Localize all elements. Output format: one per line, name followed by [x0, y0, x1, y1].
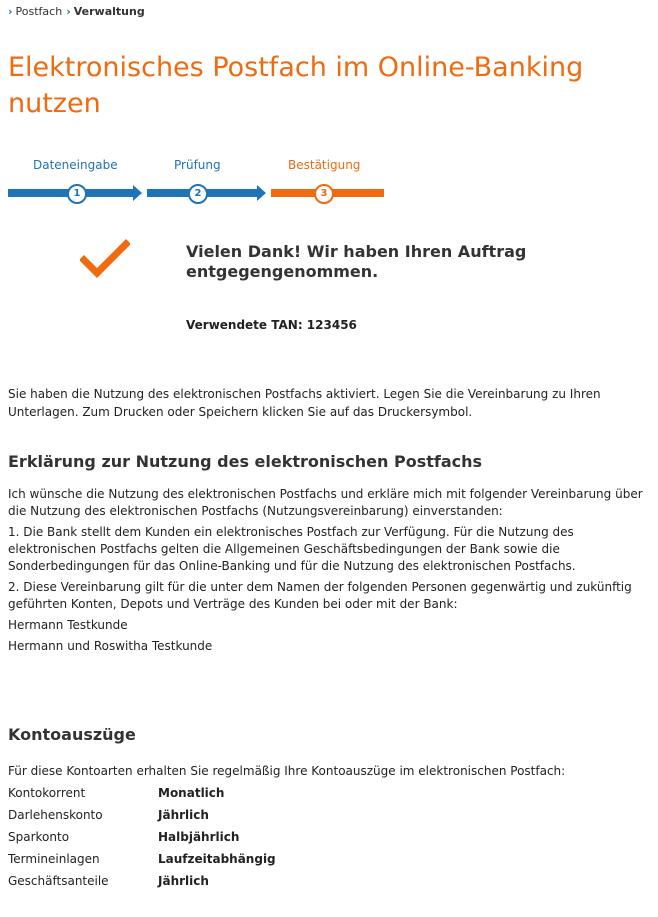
account-type: Termineinlagen: [8, 852, 100, 866]
table-row: Geschäftsanteile Jährlich: [8, 870, 428, 892]
table-row: Termineinlagen Laufzeitabhängig: [8, 848, 428, 870]
step-circle-2: 2: [188, 184, 208, 204]
account-type: Geschäftsanteile: [8, 874, 109, 888]
step-label-dateneingabe: Dateneingabe: [33, 158, 118, 172]
step-arrow-1: [133, 185, 142, 201]
account-type: Sparkonto: [8, 830, 70, 844]
tan-info: Verwendete TAN: 123456: [186, 318, 357, 332]
checkmark-icon: [79, 238, 131, 283]
statements-intro: Für diese Kontoarten erhalten Sie regelm…: [8, 764, 566, 778]
page-title: Elektronisches Postfach im Online-Bankin…: [8, 52, 584, 119]
account-holder: Hermann und Roswitha Testkunde: [8, 639, 213, 653]
declaration-body: Ich wünsche die Nutzung des elektronisch…: [8, 486, 648, 659]
intro-text: Sie haben die Nutzung des elektronischen…: [8, 387, 601, 419]
statement-frequency: Jährlich: [158, 874, 209, 888]
statement-frequency: Monatlich: [158, 786, 225, 800]
account-type: Kontokorrent: [8, 786, 86, 800]
statements-heading: Kontoauszüge: [8, 725, 136, 744]
step-circle-3: 3: [314, 184, 334, 204]
step-circle-1: 1: [67, 184, 87, 204]
table-row: Darlehenskonto Jährlich: [8, 804, 428, 826]
table-row: Kontokorrent Monatlich: [8, 782, 428, 804]
chevron-right-icon: ›: [8, 5, 13, 18]
confirmation-message: Vielen Dank! Wir haben Ihren Auftrag ent…: [186, 242, 527, 281]
step-label-bestaetigung: Bestätigung: [288, 158, 361, 172]
step-label-pruefung: Prüfung: [174, 158, 221, 172]
table-row: Sparkonto Halbjährlich: [8, 826, 428, 848]
declaration-paragraph: Ich wünsche die Nutzung des elektronisch…: [8, 487, 643, 518]
account-type: Darlehenskonto: [8, 808, 103, 822]
breadcrumb-item-postfach[interactable]: Postfach: [16, 5, 63, 18]
statement-frequency: Halbjährlich: [158, 830, 240, 844]
statement-frequency: Jährlich: [158, 808, 209, 822]
progress-stepper: Dateneingabe Prüfung Bestätigung 1 2 3: [8, 158, 408, 208]
statement-frequency: Laufzeitabhängig: [158, 852, 276, 866]
breadcrumb-item-verwaltung: Verwaltung: [73, 5, 145, 18]
breadcrumb: › Postfach › Verwaltung: [8, 5, 145, 18]
declaration-paragraph: 2. Diese Vereinbarung gilt für die unter…: [8, 580, 632, 611]
declaration-heading: Erklärung zur Nutzung des elektronischen…: [8, 452, 483, 471]
step-arrow-2: [257, 185, 266, 201]
chevron-right-icon: ›: [66, 5, 71, 18]
declaration-paragraph: 1. Die Bank stellt dem Kunden ein elektr…: [8, 525, 576, 573]
statements-table: Kontokorrent Monatlich Darlehenskonto Jä…: [8, 782, 428, 892]
account-holder: Hermann Testkunde: [8, 618, 128, 632]
